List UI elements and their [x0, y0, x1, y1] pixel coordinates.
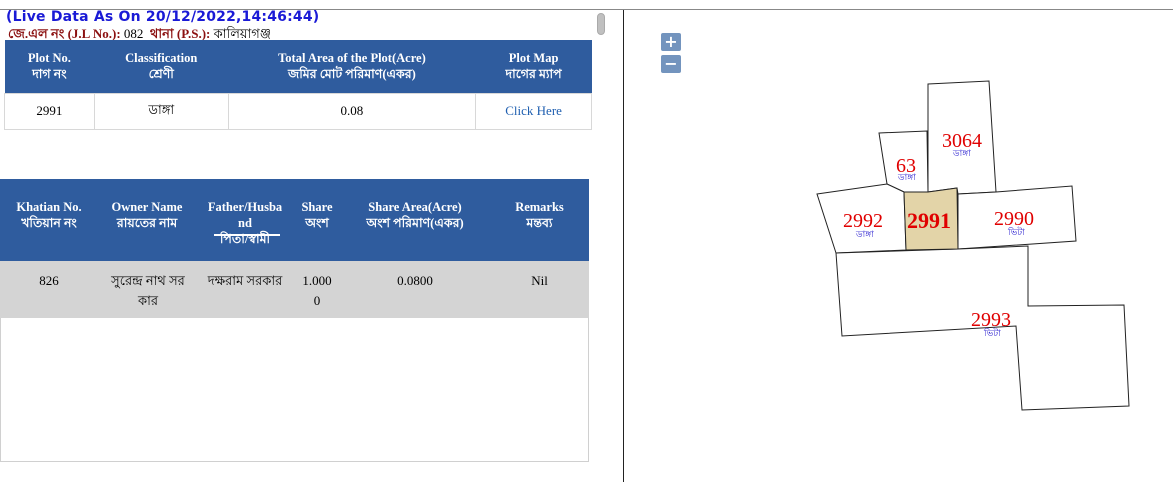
click-here-link[interactable]: Click Here	[505, 103, 562, 118]
map-canvas[interactable]: 3064 ডাঙ্গা 63 ডাঙ্গা 2992 ডাঙ্গা 2991 2…	[624, 10, 1173, 485]
plot-2990-number: 2990	[994, 208, 1034, 230]
plot-63-class: ডাঙ্গা	[897, 173, 916, 183]
remarks-cell: Nil	[490, 261, 589, 318]
plot-no-header: Plot No. দাগ নং	[4, 40, 95, 93]
jl-value: 082	[123, 26, 144, 41]
header-underline	[214, 234, 280, 236]
scrollbar-thumb[interactable]	[597, 13, 605, 35]
header-en: Classification	[125, 51, 198, 66]
share-header: Share অংশ	[294, 179, 340, 261]
header-en: Share Area(Acre)	[368, 200, 462, 214]
scrollbar-track[interactable]	[593, 10, 607, 478]
ps-value: কালিয়াগঞ্জ	[213, 26, 271, 41]
share-area-header: Share Area(Acre) অংশ পরিমাণ(একর)	[340, 179, 490, 261]
header-en: Plot Map	[508, 51, 559, 66]
plot-map[interactable]: 3064 ডাঙ্গা 63 ডাঙ্গা 2992 ডাঙ্গা 2991 2…	[624, 10, 1173, 485]
plot-2990-class: ভিটা	[1007, 226, 1025, 238]
plot-details-table: Plot No. দাগ নং Classification শ্রেণী To…	[4, 40, 592, 130]
header-bn: দাগ নং	[32, 67, 67, 82]
header-bn: মন্তব্য	[526, 216, 553, 230]
plot-no-cell: 2991	[4, 92, 95, 130]
ps-label: থানা (P.S.):	[149, 26, 211, 41]
header-bn: অংশ	[305, 216, 329, 230]
zoom-out-button[interactable]: −	[660, 54, 682, 74]
header-en: Khatian No.	[16, 200, 82, 214]
plot-2993-number: 2993	[971, 309, 1011, 331]
father-husband-cell: দক্ষরাম সরকার	[196, 261, 294, 318]
header-bn: খতিয়ান নং	[21, 216, 77, 230]
table-row: 826 সুরেন্দ্র নাথ সর কার দক্ষরাম সরকার 1…	[0, 261, 589, 318]
owner-details-table: Khatian No. খতিয়ান নং Owner Name রায়তে…	[0, 179, 589, 318]
khatian-header: Khatian No. খতিয়ান নং	[0, 179, 98, 261]
owner-name-cell: সুরেন্দ্র নাথ সর কার	[98, 261, 196, 318]
header-en: Owner Name	[111, 200, 183, 214]
plot-2991-number: 2991	[907, 208, 951, 233]
header-bn: জমির মোট পরিমাণ(একর)	[288, 67, 416, 82]
live-data-timestamp: (Live Data As On 20/12/2022,14:46:44)	[6, 9, 320, 25]
header-en: Share	[301, 200, 333, 214]
plot-2992-number: 2992	[843, 210, 883, 232]
total-area-header: Total Area of the Plot(Acre) জমির মোট পর…	[228, 40, 476, 93]
plot-2993-class: ভিটা	[983, 327, 1001, 339]
plot-2992-class: ডাঙ্গা	[855, 230, 874, 240]
share-cell: 1.000 0	[294, 261, 340, 318]
khatian-cell: 826	[0, 261, 98, 318]
plot-3064-class: ডাঙ্গা	[952, 149, 971, 159]
classification-header: Classification শ্রেণী	[94, 40, 229, 93]
remarks-header: Remarks মন্তব্য	[490, 179, 589, 261]
total-area-cell: 0.08	[227, 92, 477, 130]
zoom-in-button[interactable]: +	[660, 32, 682, 52]
header-en: Plot No.	[27, 51, 71, 66]
plot-info-panel: (Live Data As On 20/12/2022,14:46:44) জে…	[0, 0, 623, 485]
header-bn: অংশ পরিমাণ(একর)	[366, 216, 464, 230]
owner-name-header: Owner Name রায়তের নাম	[98, 179, 196, 261]
classification-cell: ডাঙ্গা	[93, 92, 229, 130]
header-en: Total Area of the Plot(Acre)	[278, 51, 426, 66]
plot-map-header: Plot Map দাগের ম্যাপ	[475, 40, 592, 93]
table-row: 2991 ডাঙ্গা 0.08 Click Here	[4, 92, 592, 130]
header-en: Remarks	[515, 200, 564, 214]
header-en: Father/Husba nd	[207, 200, 283, 230]
header-bn: শ্রেণী	[148, 67, 174, 82]
plot-map-cell: Click Here	[475, 92, 592, 130]
header-bn: রায়তের নাম	[116, 216, 178, 230]
father-husband-header: Father/Husba nd পিতা/স্বামী	[196, 179, 294, 261]
jl-label: জে.এল নং (J.L No.):	[8, 26, 121, 41]
share-area-cell: 0.0800	[340, 261, 490, 318]
header-bn: দাগের ম্যাপ	[505, 67, 562, 82]
